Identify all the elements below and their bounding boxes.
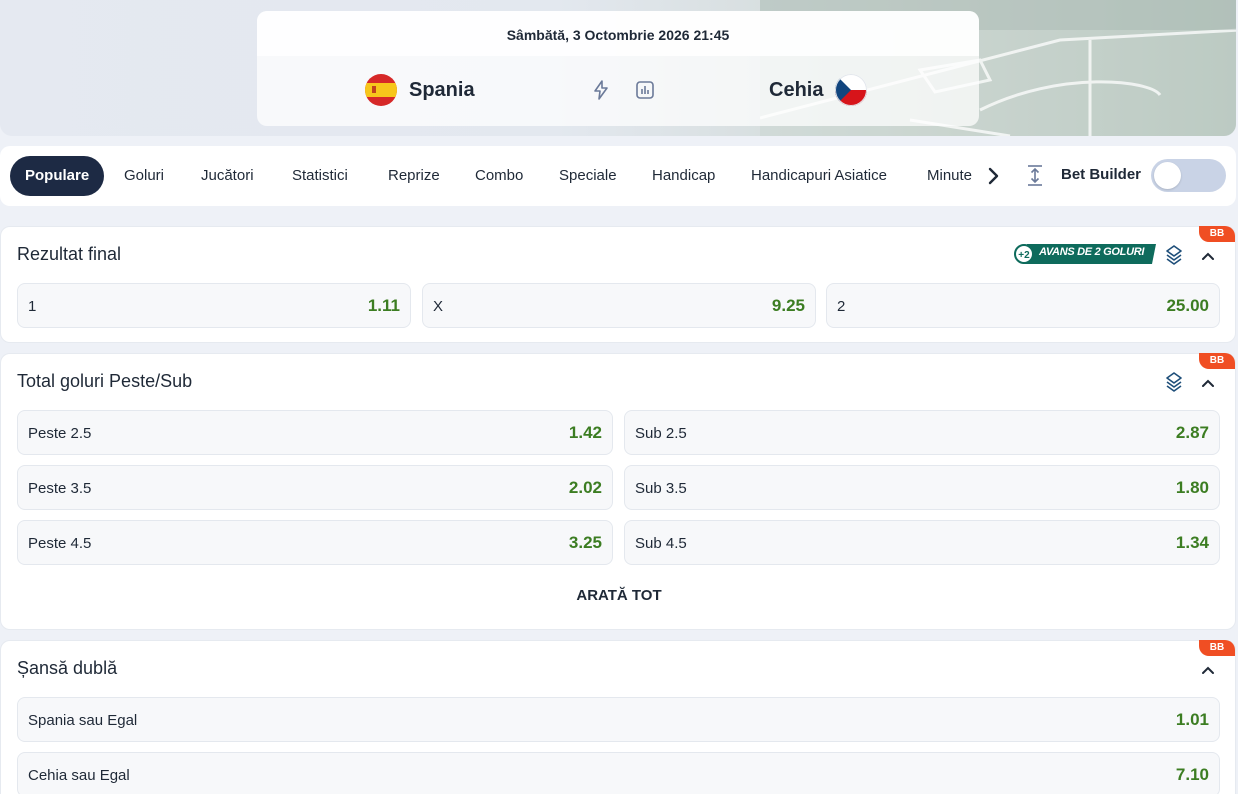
- avans-label: AVANS DE 2 GOLURI: [1039, 246, 1145, 258]
- home-team[interactable]: Spania: [365, 74, 475, 106]
- section-title: Total goluri Peste/Sub: [17, 371, 193, 391]
- bb-badge: BB: [1199, 640, 1235, 656]
- odd-label: 1: [28, 298, 37, 315]
- odd-label: Cehia sau Egal: [28, 767, 130, 784]
- bb-badge: BB: [1199, 226, 1235, 242]
- odd-button-peste-2-5[interactable]: Peste 2.5 1.42: [17, 410, 613, 455]
- odd-value: 1.34: [1175, 533, 1209, 552]
- odd-value: 2.87: [1175, 423, 1209, 442]
- bb-badge: BB: [1199, 353, 1235, 369]
- tab-jucatori[interactable]: Jucători: [201, 156, 254, 196]
- odd-button-spania-sau-egal[interactable]: Spania sau Egal 1.01: [17, 697, 1220, 742]
- czech-flag-icon: [835, 74, 868, 106]
- odd-button-sub-4-5[interactable]: Sub 4.5 1.34: [624, 520, 1220, 565]
- stats-chart-icon[interactable]: [635, 80, 655, 100]
- market-tabs: Populare Goluri Jucători Statistici Repr…: [0, 146, 1236, 206]
- odd-label: 2: [837, 298, 846, 315]
- odd-value: 1.80: [1175, 478, 1209, 497]
- tab-speciale[interactable]: Speciale: [559, 156, 617, 196]
- tab-populare[interactable]: Populare: [10, 156, 105, 196]
- odd-label: Sub 2.5: [635, 425, 687, 442]
- toggle-knob: [1154, 162, 1181, 189]
- odd-value: 1.42: [568, 423, 602, 442]
- show-all-button[interactable]: ARATĂ TOT: [1, 587, 1237, 604]
- odd-label: X: [433, 298, 444, 315]
- chevron-up-icon[interactable]: [1201, 378, 1215, 388]
- match-header: Sâmbătă, 3 Octombrie 2026 21:45 Spania C…: [0, 0, 1236, 136]
- odd-button-sub-3-5[interactable]: Sub 3.5 1.80: [624, 465, 1220, 510]
- odd-label: Sub 3.5: [635, 480, 687, 497]
- away-team-name: Cehia: [769, 78, 824, 101]
- odd-button-sub-2-5[interactable]: Sub 2.5 2.87: [624, 410, 1220, 455]
- odd-value: 1.01: [1175, 710, 1209, 729]
- odd-value: 25.00: [1166, 296, 1209, 315]
- expand-vertical-icon[interactable]: [1025, 164, 1045, 188]
- odd-label: Peste 4.5: [28, 535, 92, 552]
- chevron-right-icon[interactable]: [985, 163, 1003, 189]
- spain-flag-icon: [365, 74, 397, 106]
- match-date: Sâmbătă, 3 Octombrie 2026 21:45: [257, 11, 979, 56]
- odd-value: 9.25: [771, 296, 805, 315]
- chevron-up-icon[interactable]: [1201, 251, 1215, 261]
- odd-value: 3.25: [568, 533, 602, 552]
- tab-goluri[interactable]: Goluri: [124, 156, 164, 196]
- bet-builder-stack-icon[interactable]: [1165, 245, 1183, 267]
- market-rezultat-final: BB Rezultat final +2 AVANS DE 2 GOLURI 1…: [0, 226, 1236, 343]
- odd-button-x[interactable]: X 9.25: [422, 283, 816, 328]
- match-card: Sâmbătă, 3 Octombrie 2026 21:45 Spania C…: [257, 11, 979, 126]
- odd-label: Peste 3.5: [28, 480, 92, 497]
- odd-button-2[interactable]: 2 25.00: [826, 283, 1220, 328]
- tab-reprize[interactable]: Reprize: [388, 156, 440, 196]
- away-team[interactable]: Cehia: [769, 74, 868, 106]
- odd-value: 2.02: [568, 478, 602, 497]
- market-sansa-dubla: BB Șansă dublă Spania sau Egal 1.01 Cehi…: [0, 640, 1236, 794]
- tab-handicapuri-asiatice[interactable]: Handicapuri Asiatice: [751, 156, 887, 196]
- section-title: Șansă dublă: [17, 658, 118, 678]
- odd-label: Spania sau Egal: [28, 712, 138, 729]
- odd-button-1[interactable]: 1 1.11: [17, 283, 411, 328]
- section-title: Rezultat final: [17, 244, 122, 264]
- svg-text:+2: +2: [1018, 250, 1030, 261]
- odd-button-cehia-sau-egal[interactable]: Cehia sau Egal 7.10: [17, 752, 1220, 794]
- tab-statistici[interactable]: Statistici: [292, 156, 348, 196]
- odd-value: 1.11: [367, 296, 400, 315]
- bet-builder-label: Bet Builder: [1061, 166, 1142, 183]
- odd-value: 7.10: [1175, 765, 1209, 784]
- market-total-goluri: BB Total goluri Peste/Sub Peste 2.5 1.42…: [0, 353, 1236, 630]
- tab-combo[interactable]: Combo: [475, 156, 523, 196]
- lightning-icon[interactable]: [591, 80, 611, 100]
- bet-builder-toggle[interactable]: [1151, 159, 1226, 192]
- odd-label: Sub 4.5: [635, 535, 687, 552]
- odd-label: Peste 2.5: [28, 425, 92, 442]
- tab-handicap[interactable]: Handicap: [652, 156, 715, 196]
- home-team-name: Spania: [409, 78, 475, 101]
- bet-builder-stack-icon[interactable]: [1165, 372, 1183, 394]
- tab-minute[interactable]: Minute: [927, 156, 972, 196]
- odd-button-peste-3-5[interactable]: Peste 3.5 2.02: [17, 465, 613, 510]
- odd-button-peste-4-5[interactable]: Peste 4.5 3.25: [17, 520, 613, 565]
- chevron-up-icon[interactable]: [1201, 665, 1215, 675]
